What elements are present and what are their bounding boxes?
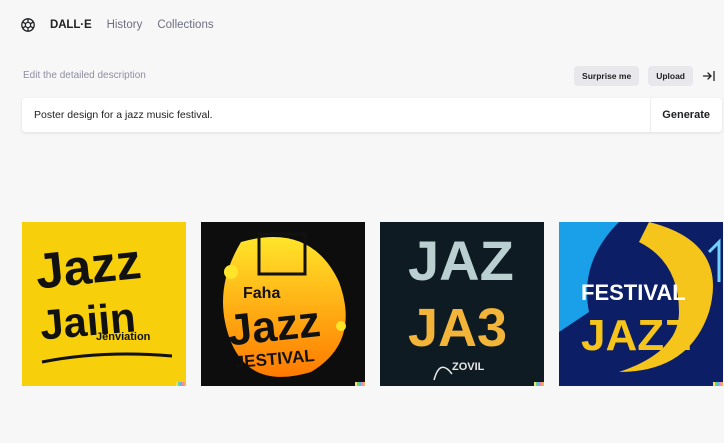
poster-headline: FESTIVAL (581, 280, 686, 305)
poster-image-3: JAZ JA3 ZOVIL (380, 222, 544, 386)
watermark-strip (534, 382, 544, 386)
result-image[interactable]: FESTIVAL JAZZ (559, 222, 723, 386)
poster-caption: ZOVIL (452, 361, 485, 373)
result-image[interactable]: JAZ JA3 ZOVIL (380, 222, 544, 386)
watermark-strip (176, 382, 186, 386)
result-image[interactable]: Faha Jazz JESTIVAL (201, 222, 365, 386)
poster-image-1: Jazz Jaiin Jenviation (22, 222, 186, 386)
prompt-actions: Surprise me Upload (565, 66, 716, 86)
poster-subheadline: JAZZ (581, 311, 691, 360)
prompt-box: Generate (22, 97, 722, 133)
openai-logo-icon[interactable] (20, 17, 36, 33)
watermark-strip (713, 382, 723, 386)
results-grid: Jazz Jaiin Jenviation Faha Jazz JESTIVAL… (22, 222, 724, 386)
watermark-strip (355, 382, 365, 386)
poster-headline: Faha (243, 285, 280, 302)
prompt-input[interactable] (22, 97, 651, 133)
poster-image-2: Faha Jazz JESTIVAL (201, 222, 365, 386)
poster-caption: Jenviation (96, 331, 151, 343)
poster-image-4: FESTIVAL JAZZ (559, 222, 723, 386)
result-image[interactable]: Jazz Jaiin Jenviation (22, 222, 186, 386)
upload-button[interactable]: Upload (648, 66, 693, 86)
poster-headline: Jazz (33, 233, 144, 300)
surprise-me-button[interactable]: Surprise me (574, 66, 640, 86)
dalle-app: DALL·E History Collections Edit the deta… (0, 0, 724, 443)
generate-button[interactable]: Generate (650, 98, 722, 132)
arrow-to-right-bar-icon[interactable] (702, 69, 716, 83)
poster-headline: JAZ (408, 229, 514, 292)
brand-title[interactable]: DALL·E (50, 19, 92, 31)
prompt-label: Edit the detailed description (23, 70, 146, 81)
poster-subheadline: JA3 (408, 298, 507, 358)
nav-link-history[interactable]: History (107, 19, 143, 31)
nav-link-collections[interactable]: Collections (157, 19, 213, 31)
top-nav: DALL·E History Collections (20, 14, 229, 36)
